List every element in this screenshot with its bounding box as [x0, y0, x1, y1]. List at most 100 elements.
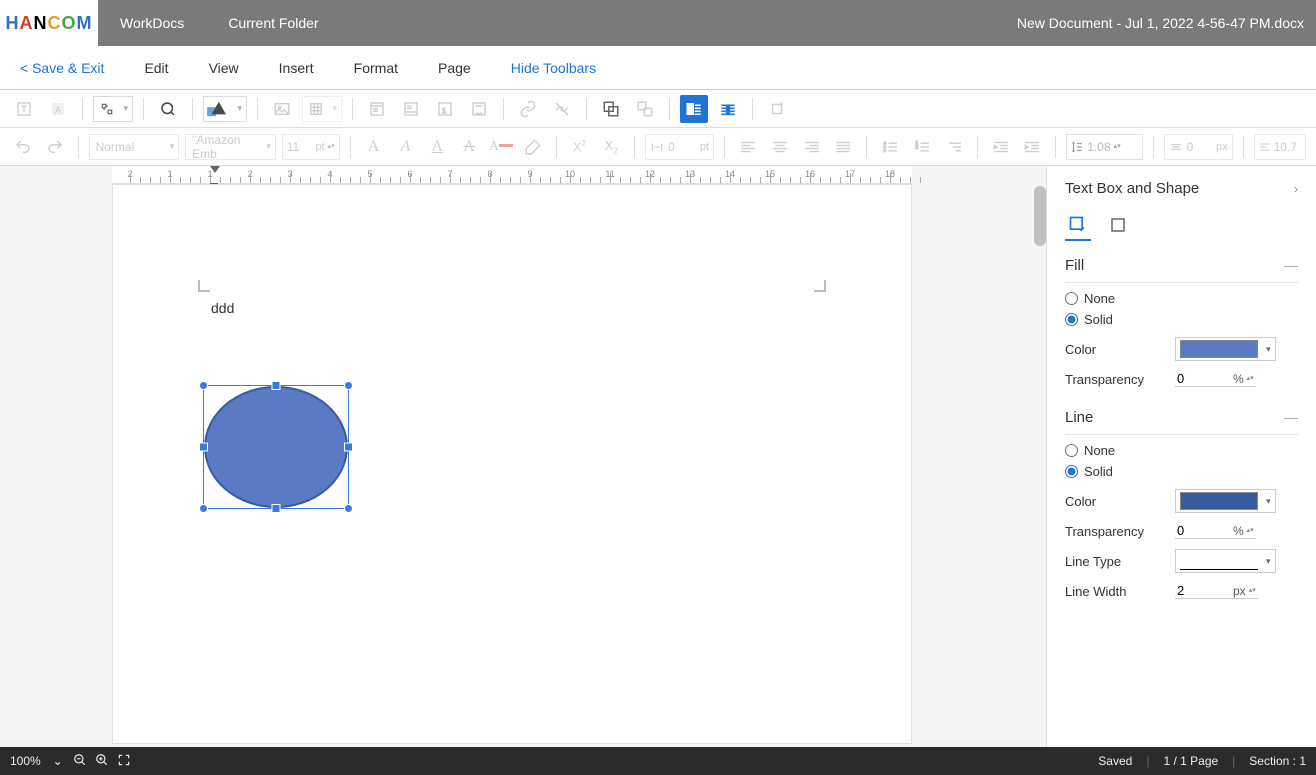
menu-view[interactable]: View [189, 60, 259, 76]
vertical-scrollbar[interactable] [1034, 186, 1046, 246]
textbox-a-icon[interactable] [10, 95, 38, 123]
paragraph-style-dropdown[interactable]: Normal [89, 134, 180, 160]
align-justify-icon[interactable] [831, 133, 857, 161]
image-icon[interactable] [268, 95, 296, 123]
outdent-icon[interactable] [988, 133, 1014, 161]
align-right-icon[interactable] [799, 133, 825, 161]
rotate-icon[interactable] [763, 95, 791, 123]
line-transparency-input[interactable]: %▴▾ [1175, 523, 1256, 539]
fill-solid-radio[interactable]: Solid [1065, 312, 1298, 327]
font-color-icon[interactable]: A [488, 133, 514, 161]
nav-workdocs[interactable]: WorkDocs [98, 15, 206, 31]
fill-transparency-input[interactable]: %▴▾ [1175, 371, 1256, 387]
footnote-icon[interactable] [465, 95, 493, 123]
resize-handle-tr[interactable] [344, 381, 353, 390]
toolbar-objects: A 1 [0, 90, 1316, 128]
line-solid-radio[interactable]: Solid [1065, 464, 1298, 479]
subscript-icon[interactable]: X2 [598, 133, 624, 161]
menu-edit[interactable]: Edit [124, 60, 188, 76]
status-saved: Saved [1098, 754, 1132, 768]
line-width-input[interactable]: px▴▾ [1175, 583, 1258, 599]
selected-ellipse-shape[interactable] [203, 385, 349, 509]
minus-icon[interactable]: — [1284, 257, 1298, 274]
resize-handle-tl[interactable] [199, 381, 208, 390]
zoom-dropdown-icon[interactable]: ⌄ [47, 754, 69, 768]
multilevel-list-icon[interactable] [941, 133, 967, 161]
fullscreen-icon[interactable] [113, 753, 135, 770]
bullet-list-icon[interactable] [877, 133, 903, 161]
resize-handle-bm[interactable] [272, 504, 281, 513]
strikethrough-icon[interactable]: A [456, 133, 482, 161]
page-number-icon[interactable]: 1 [431, 95, 459, 123]
line-color-label: Color [1065, 494, 1175, 509]
resize-handle-ml[interactable] [199, 443, 208, 452]
font-family-dropdown[interactable]: "Amazon Emb [185, 134, 276, 160]
indent-icon[interactable] [1020, 133, 1046, 161]
line-height-input[interactable]: 1.08▴▾ [1066, 134, 1142, 160]
line-type-picker[interactable] [1175, 549, 1276, 573]
zoom-in-icon[interactable] [91, 753, 113, 770]
status-page: 1 / 1 Page [1163, 754, 1218, 768]
fill-color-picker[interactable] [1175, 337, 1276, 361]
italic-icon[interactable]: A [392, 133, 418, 161]
menu-format[interactable]: Format [334, 60, 418, 76]
menu-page[interactable]: Page [418, 60, 491, 76]
wrap-front-icon[interactable] [714, 95, 742, 123]
margin-corner-tl [198, 280, 210, 292]
resize-handle-bl[interactable] [199, 504, 208, 513]
line-type-label: Line Type [1065, 554, 1175, 569]
tab-fill-line[interactable] [1065, 215, 1091, 241]
tab-size[interactable] [1105, 215, 1131, 241]
underline-icon[interactable]: A [424, 133, 450, 161]
highlight-icon[interactable] [520, 133, 546, 161]
indent-value-input[interactable]: 0px [1164, 134, 1233, 160]
table-dropdown[interactable] [302, 96, 342, 122]
line-section-header[interactable]: Line— [1065, 409, 1298, 435]
horizontal-ruler[interactable]: 21123456789101112131415161718 [112, 166, 912, 184]
document-page[interactable]: ddd [112, 184, 912, 744]
document-text[interactable]: ddd [211, 300, 234, 316]
font-size-input[interactable]: 11pt▴▾ [282, 134, 340, 160]
align-center-icon[interactable] [767, 133, 793, 161]
zoom-out-icon[interactable] [69, 753, 91, 770]
bold-icon[interactable]: A [361, 133, 387, 161]
resize-handle-mr[interactable] [344, 443, 353, 452]
link-icon[interactable] [514, 95, 542, 123]
menu-hide-toolbars[interactable]: Hide Toolbars [491, 60, 616, 76]
group-icon[interactable] [597, 95, 625, 123]
letter-spacing-input[interactable]: 0pt [645, 134, 714, 160]
shape-dropdown[interactable] [203, 96, 247, 122]
redo-icon[interactable] [42, 133, 68, 161]
unlink-icon[interactable] [548, 95, 576, 123]
nav-current-folder[interactable]: Current Folder [206, 15, 340, 31]
superscript-icon[interactable]: X2 [567, 133, 593, 161]
right-indent-input[interactable]: 10.7 [1254, 134, 1306, 160]
minus-icon[interactable]: — [1284, 409, 1298, 426]
align-left-icon[interactable] [735, 133, 761, 161]
line-color-picker[interactable] [1175, 489, 1276, 513]
zoom-level[interactable]: 100% [10, 754, 41, 768]
ellipse-shape[interactable] [204, 386, 348, 508]
line-none-radio[interactable]: None [1065, 443, 1298, 458]
fill-section-header[interactable]: Fill— [1065, 257, 1298, 283]
canvas-area[interactable]: 21123456789101112131415161718 ddd [0, 166, 1046, 747]
wrap-inline-icon[interactable] [680, 95, 708, 123]
resize-handle-br[interactable] [344, 504, 353, 513]
footer-icon[interactable] [397, 95, 425, 123]
chevron-right-icon[interactable]: › [1294, 182, 1298, 196]
search-icon[interactable] [154, 95, 182, 123]
document-title: New Document - Jul 1, 2022 4-56-47 PM.do… [1017, 15, 1316, 31]
toolbar-text: Normal "Amazon Emb 11pt▴▾ A A A A A X2 X… [0, 128, 1316, 166]
textbox-fill-icon[interactable]: A [44, 95, 72, 123]
menu-insert[interactable]: Insert [259, 60, 334, 76]
numbered-list-icon[interactable]: 12 [909, 133, 935, 161]
status-section: Section : 1 [1249, 754, 1306, 768]
undo-icon[interactable] [10, 133, 36, 161]
save-exit-button[interactable]: < Save & Exit [0, 60, 124, 76]
fill-transparency-label: Transparency [1065, 372, 1175, 387]
fill-none-radio[interactable]: None [1065, 291, 1298, 306]
resize-handle-tm[interactable] [272, 381, 281, 390]
anchor-dropdown[interactable] [93, 96, 133, 122]
header-icon[interactable] [363, 95, 391, 123]
ungroup-icon[interactable] [631, 95, 659, 123]
